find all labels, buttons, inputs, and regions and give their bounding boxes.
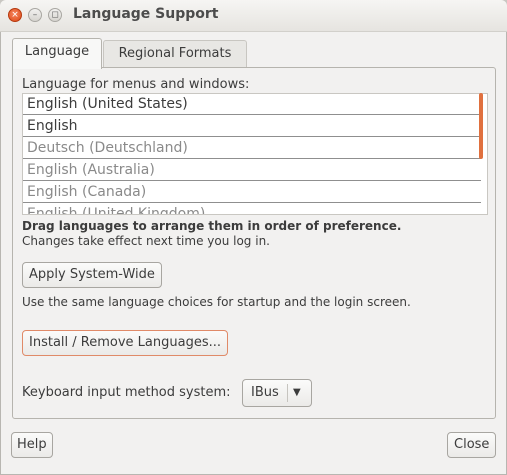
combo-separator (287, 384, 288, 402)
chevron-down-icon: ▼ (293, 387, 301, 398)
install-remove-languages-button[interactable]: Install / Remove Languages... (22, 330, 228, 356)
keyboard-input-label: Keyboard input method system: (22, 385, 231, 400)
language-list-scrollbar[interactable] (479, 93, 483, 159)
window-minimize-button[interactable]: – (28, 8, 42, 22)
minimize-icon: – (32, 9, 38, 20)
drag-hint: Drag languages to arrange them in order … (22, 219, 402, 233)
language-list-label: Language for menus and windows: (22, 77, 250, 92)
help-button[interactable]: Help (11, 432, 53, 458)
language-list-item[interactable]: English (Canada) (23, 182, 481, 203)
tab-regional-formats[interactable]: Regional Formats (103, 40, 247, 68)
maximize-icon: ◻ (51, 9, 59, 20)
window-close-button[interactable]: × (8, 8, 22, 22)
apply-note: Use the same language choices for startu… (22, 295, 411, 309)
language-list[interactable]: English (United States) English Deutsch … (22, 93, 488, 215)
language-list-item[interactable]: English (United States) (23, 94, 481, 115)
language-list-item[interactable]: Deutsch (Deutschland) (23, 138, 481, 159)
window-maximize-button[interactable]: ◻ (48, 8, 62, 22)
keyboard-input-method-select[interactable]: IBus ▼ (242, 379, 312, 407)
apply-system-wide-button[interactable]: Apply System-Wide (22, 262, 162, 288)
close-button[interactable]: Close (447, 432, 497, 458)
keyboard-input-method-value: IBus (251, 385, 279, 400)
window-title: Language Support (73, 6, 219, 22)
effect-note: Changes take effect next time you log in… (22, 234, 270, 248)
language-list-item[interactable]: English (United Kingdom) (23, 204, 481, 214)
language-list-item[interactable]: English (Australia) (23, 160, 481, 181)
close-icon: × (11, 9, 19, 20)
title-bar: × – ◻ Language Support (0, 0, 507, 32)
tab-language[interactable]: Language (12, 38, 102, 69)
language-support-window: × – ◻ Language Support Regional Formats … (0, 0, 507, 475)
language-list-item[interactable]: English (23, 116, 481, 137)
